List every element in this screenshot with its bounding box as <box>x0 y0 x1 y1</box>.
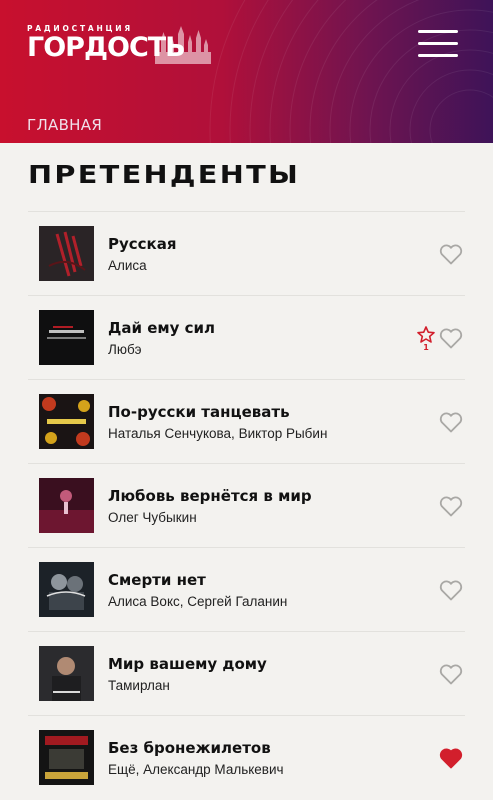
track-artist: Олег Чубыкин <box>108 510 197 525</box>
cover-image <box>39 310 94 365</box>
page-title: ПРЕТЕНДЕНТЫ <box>28 160 301 189</box>
station-logo[interactable]: РАДИОСТАНЦИЯ ГОРДОСТЬ <box>27 24 217 68</box>
heart-icon[interactable] <box>439 579 463 601</box>
track-row[interactable]: Дай ему сил Любэ 1 <box>28 295 465 379</box>
cover-image <box>39 562 94 617</box>
track-title[interactable]: Без бронежилетов <box>108 739 271 757</box>
track-title[interactable]: По-русски танцевать <box>108 403 290 421</box>
star-icon <box>417 326 435 343</box>
cover-image <box>39 394 94 449</box>
track-row[interactable]: Любовь вернётся в мир Олег Чубыкин <box>28 463 465 547</box>
track-title[interactable]: Любовь вернётся в мир <box>108 487 312 505</box>
track-artist: Тамирлан <box>108 678 170 693</box>
cover-image <box>39 226 94 281</box>
heart-icon[interactable] <box>439 495 463 517</box>
heart-icon[interactable] <box>439 411 463 433</box>
cover-image <box>39 478 94 533</box>
header: РАДИОСТАНЦИЯ ГОРДОСТЬ ГЛАВНАЯ <box>0 0 493 143</box>
cover-image <box>39 646 94 701</box>
track-artist: Ещё, Александр Малькевич <box>108 762 284 777</box>
hamburger-icon-line <box>418 30 458 33</box>
heart-icon[interactable] <box>439 243 463 265</box>
hamburger-icon-line <box>418 42 458 45</box>
hamburger-icon-line <box>418 54 458 57</box>
track-artist: Наталья Сенчукова, Виктор Рыбин <box>108 426 328 441</box>
cover-image <box>39 730 94 785</box>
track-row[interactable]: Без бронежилетов Ещё, Александр Малькеви… <box>28 715 465 799</box>
breadcrumb-home[interactable]: ГЛАВНАЯ <box>27 116 102 134</box>
track-row[interactable]: Мир вашему дому Тамирлан <box>28 631 465 715</box>
track-title[interactable]: Дай ему сил <box>108 319 215 337</box>
heart-icon[interactable] <box>439 327 463 349</box>
track-title[interactable]: Смерти нет <box>108 571 206 589</box>
heart-icon[interactable] <box>439 747 463 769</box>
track-title[interactable]: Русская <box>108 235 177 253</box>
star-count: 1 <box>423 343 429 352</box>
track-row[interactable]: Смерти нет Алиса Вокс, Сергей Галанин <box>28 547 465 631</box>
vote-star[interactable]: 1 <box>417 326 435 356</box>
track-artist: Алиса Вокс, Сергей Галанин <box>108 594 288 609</box>
heart-icon[interactable] <box>439 663 463 685</box>
track-artist: Алиса <box>108 258 147 273</box>
track-list: Русская Алиса Дай ему сил Любэ 1 По-русс… <box>28 211 465 799</box>
kremlin-skyline-icon <box>155 26 211 64</box>
track-row[interactable]: Русская Алиса <box>28 211 465 295</box>
menu-button[interactable] <box>418 30 458 60</box>
track-artist: Любэ <box>108 342 142 357</box>
track-row[interactable]: По-русски танцевать Наталья Сенчукова, В… <box>28 379 465 463</box>
track-title[interactable]: Мир вашему дому <box>108 655 267 673</box>
